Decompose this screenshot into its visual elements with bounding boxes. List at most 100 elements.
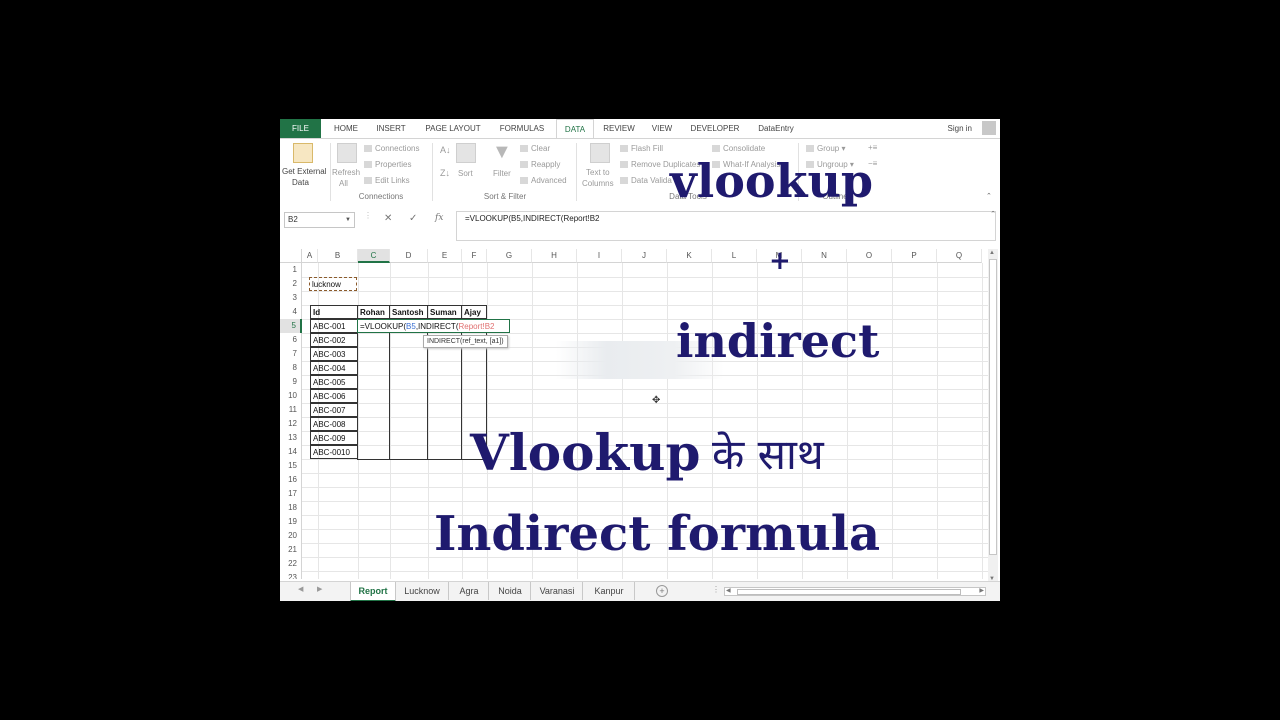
column-header-b[interactable]: B — [318, 249, 358, 263]
sort-za-icon[interactable]: Z↓ — [440, 168, 450, 178]
header-cell-id[interactable]: Id — [310, 305, 358, 319]
data-validation-button[interactable]: Data Valida — [620, 176, 672, 185]
column-header-p[interactable]: P — [892, 249, 937, 263]
row-header[interactable]: 23 — [280, 571, 302, 579]
get-external-data-label-2[interactable]: Data — [292, 178, 309, 187]
cancel-entry-icon[interactable]: ✕ — [384, 213, 392, 224]
get-external-data-label-1[interactable]: Get External — [282, 167, 326, 176]
next-sheet-icon[interactable]: ▶ — [317, 585, 322, 593]
sheet-tab-kanpur[interactable]: Kanpur — [584, 582, 635, 600]
horizontal-scrollbar[interactable]: ◀ ▶ — [724, 587, 986, 596]
row-header[interactable]: 14 — [280, 445, 302, 459]
header-cell-ajay[interactable]: Ajay — [461, 305, 487, 319]
id-cell[interactable]: ABC-0010 — [310, 445, 358, 459]
tab-page-layout[interactable]: PAGE LAYOUT — [420, 119, 486, 138]
edit-links-button[interactable]: Edit Links — [364, 176, 410, 185]
column-header-n[interactable]: N — [802, 249, 847, 263]
scroll-left-icon[interactable]: ◀ — [726, 587, 731, 594]
id-cell[interactable]: ABC-001 — [310, 319, 358, 333]
row-header[interactable]: 2 — [280, 277, 302, 291]
row-header[interactable]: 17 — [280, 487, 302, 501]
tab-developer[interactable]: DEVELOPER — [686, 119, 744, 138]
header-cell-suman[interactable]: Suman — [427, 305, 462, 319]
sort-button[interactable]: Sort — [458, 169, 473, 178]
column-header-g[interactable]: G — [487, 249, 532, 263]
row-header[interactable]: 9 — [280, 375, 302, 389]
confirm-entry-icon[interactable]: ✓ — [409, 213, 417, 224]
row-header[interactable]: 1 — [280, 263, 302, 277]
id-cell[interactable]: ABC-006 — [310, 389, 358, 403]
row-header[interactable]: 22 — [280, 557, 302, 571]
connections-button[interactable]: Connections — [364, 144, 419, 153]
tab-dataentry[interactable]: DataEntry — [752, 119, 800, 138]
cell-c5-active[interactable]: =VLOOKUP(B5,INDIRECT(Report!B2 — [357, 319, 510, 333]
row-header[interactable]: 21 — [280, 543, 302, 557]
row-header[interactable]: 7 — [280, 347, 302, 361]
formula-input[interactable]: =VLOOKUP(B5,INDIRECT(Report!B2 — [456, 211, 996, 241]
sort-az-icon[interactable]: A↓ — [440, 145, 451, 155]
tab-file[interactable]: FILE — [280, 119, 321, 138]
insert-function-icon[interactable]: fx — [435, 213, 443, 223]
id-cell[interactable]: ABC-004 — [310, 361, 358, 375]
row-header[interactable]: 16 — [280, 473, 302, 487]
properties-button[interactable]: Properties — [364, 160, 411, 169]
tab-view[interactable]: VIEW — [646, 119, 678, 138]
tab-formulas[interactable]: FORMULAS — [494, 119, 550, 138]
tab-data[interactable]: DATA — [556, 119, 594, 138]
column-header-a[interactable]: A — [302, 249, 318, 263]
name-box[interactable]: B2 ▼ — [284, 212, 355, 228]
tab-review[interactable]: REVIEW — [600, 119, 638, 138]
vertical-scrollbar[interactable]: ▲ ▼ — [988, 249, 998, 583]
chevron-down-icon[interactable]: ▼ — [345, 213, 351, 227]
sheet-tab-agra[interactable]: Agra — [450, 582, 489, 600]
user-icon[interactable] — [982, 121, 996, 135]
row-header[interactable]: 19 — [280, 515, 302, 529]
id-cell[interactable]: ABC-002 — [310, 333, 358, 347]
collapse-ribbon-icon[interactable]: ⌃ — [986, 192, 992, 200]
row-header[interactable]: 3 — [280, 291, 302, 305]
tab-insert[interactable]: INSERT — [372, 119, 410, 138]
column-header-q[interactable]: Q — [937, 249, 982, 263]
vertical-scroll-thumb[interactable] — [989, 259, 997, 555]
flash-fill-button[interactable]: Flash Fill — [620, 144, 663, 153]
add-sheet-icon[interactable]: + — [656, 585, 668, 597]
group-button[interactable]: Group ▾ — [806, 144, 845, 153]
row-header[interactable]: 20 — [280, 529, 302, 543]
consolidate-button[interactable]: Consolidate — [712, 144, 765, 153]
expand-formula-bar-icon[interactable]: ⌃ — [990, 210, 996, 218]
column-header-c[interactable]: C — [358, 249, 390, 263]
tab-home[interactable]: HOME — [328, 119, 364, 138]
id-cell[interactable]: ABC-008 — [310, 417, 358, 431]
advanced-button[interactable]: Advanced — [520, 176, 567, 185]
column-header-j[interactable]: J — [622, 249, 667, 263]
row-header[interactable]: 6 — [280, 333, 302, 347]
select-all-corner[interactable] — [280, 249, 302, 263]
refresh-all-label-1[interactable]: Refresh — [332, 168, 360, 177]
column-header-h[interactable]: H — [532, 249, 577, 263]
sign-in-link[interactable]: Sign in — [948, 119, 972, 138]
row-header[interactable]: 5 — [280, 319, 302, 333]
text-to-columns-label-2[interactable]: Columns — [582, 179, 614, 188]
id-cell[interactable]: ABC-003 — [310, 347, 358, 361]
header-cell-santosh[interactable]: Santosh — [389, 305, 428, 319]
id-cell[interactable]: ABC-009 — [310, 431, 358, 445]
row-header[interactable]: 11 — [280, 403, 302, 417]
scroll-up-icon[interactable]: ▲ — [989, 250, 995, 256]
horizontal-scroll-thumb[interactable] — [737, 589, 961, 595]
scroll-right-icon[interactable]: ▶ — [979, 587, 984, 594]
refresh-all-label-2[interactable]: All — [339, 179, 348, 188]
text-to-columns-label-1[interactable]: Text to — [586, 168, 610, 177]
id-cell[interactable]: ABC-007 — [310, 403, 358, 417]
column-header-e[interactable]: E — [428, 249, 462, 263]
row-header[interactable]: 15 — [280, 459, 302, 473]
sheet-tab-noida[interactable]: Noida — [490, 582, 531, 600]
show-detail-icon[interactable]: +≡ — [868, 143, 877, 152]
reapply-button[interactable]: Reapply — [520, 160, 560, 169]
tab-split-handle-icon[interactable]: ⋮ — [712, 585, 720, 594]
column-header-k[interactable]: K — [667, 249, 712, 263]
row-header[interactable]: 10 — [280, 389, 302, 403]
cell-b2[interactable]: lucknow — [309, 277, 357, 291]
clear-button[interactable]: Clear — [520, 144, 550, 153]
row-header[interactable]: 12 — [280, 417, 302, 431]
column-header-d[interactable]: D — [390, 249, 428, 263]
